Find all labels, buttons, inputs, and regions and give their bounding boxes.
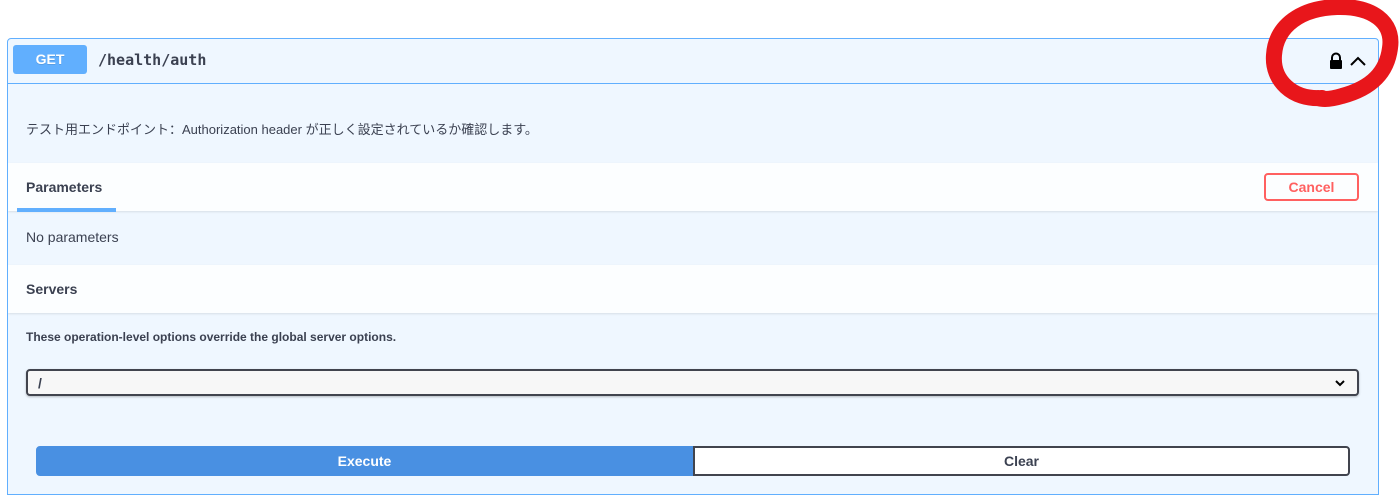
chevron-up-icon[interactable] bbox=[1347, 51, 1369, 71]
no-parameters-text: No parameters bbox=[26, 229, 119, 245]
servers-note: These operation-level options override t… bbox=[26, 330, 397, 344]
clear-button[interactable]: Clear bbox=[693, 446, 1350, 476]
chevron-down-icon bbox=[1335, 380, 1345, 387]
lock-icon[interactable] bbox=[1326, 51, 1346, 71]
operation-description: テスト用エンドポイント：Authorization header が正しく設定さ… bbox=[26, 122, 538, 137]
active-tab-underline bbox=[17, 208, 116, 212]
servers-header: Servers bbox=[8, 265, 1378, 313]
action-buttons: Execute Clear bbox=[36, 446, 1350, 476]
http-method-badge: GET bbox=[13, 45, 87, 74]
cancel-button[interactable]: Cancel bbox=[1264, 173, 1359, 201]
operation-summary[interactable]: GET /health/auth bbox=[8, 39, 1378, 84]
endpoint-path: /health/auth bbox=[98, 51, 207, 69]
operation-block: GET /health/auth テスト用エンドポイント：Authorizati… bbox=[7, 38, 1379, 495]
parameters-header: Parameters Cancel bbox=[8, 163, 1378, 212]
servers-title: Servers bbox=[26, 281, 78, 297]
server-select[interactable]: / bbox=[26, 369, 1359, 396]
server-selected-value: / bbox=[38, 375, 42, 391]
execute-button[interactable]: Execute bbox=[36, 446, 693, 476]
parameters-tab[interactable]: Parameters bbox=[26, 179, 102, 195]
